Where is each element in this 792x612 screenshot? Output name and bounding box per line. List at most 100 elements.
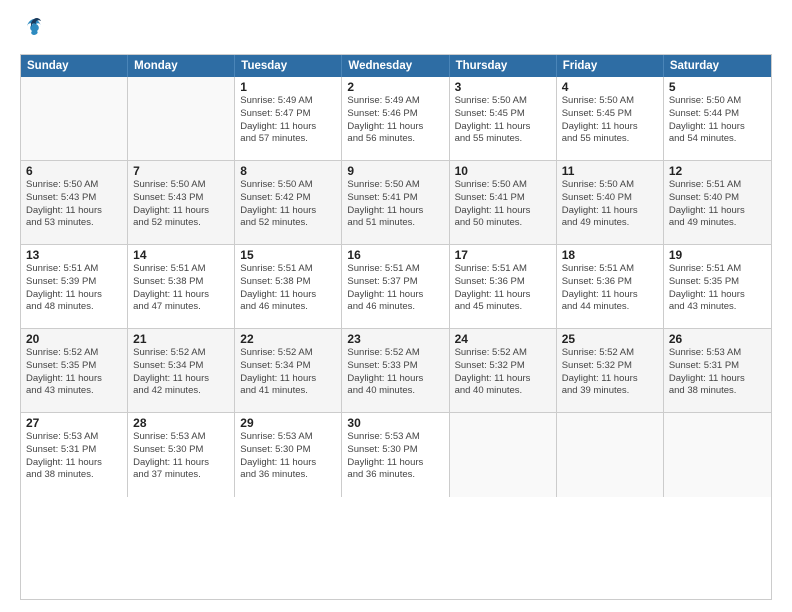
day-cell-28: 28Sunrise: 5:53 AMSunset: 5:30 PMDayligh… [128,413,235,497]
calendar-body: 1Sunrise: 5:49 AMSunset: 5:47 PMDaylight… [21,77,771,497]
day-cell-7: 7Sunrise: 5:50 AMSunset: 5:43 PMDaylight… [128,161,235,244]
day-number: 21 [133,332,229,346]
day-cell-27: 27Sunrise: 5:53 AMSunset: 5:31 PMDayligh… [21,413,128,497]
day-number: 10 [455,164,551,178]
day-info: Sunrise: 5:52 AMSunset: 5:32 PMDaylight:… [562,347,658,398]
day-number: 23 [347,332,443,346]
day-number: 28 [133,416,229,430]
calendar-row: 13Sunrise: 5:51 AMSunset: 5:39 PMDayligh… [21,245,771,329]
logo-text [20,16,45,44]
day-info: Sunrise: 5:52 AMSunset: 5:35 PMDaylight:… [26,347,122,398]
day-info: Sunrise: 5:50 AMSunset: 5:43 PMDaylight:… [133,179,229,230]
day-cell-11: 11Sunrise: 5:50 AMSunset: 5:40 PMDayligh… [557,161,664,244]
header-cell-wednesday: Wednesday [342,55,449,77]
day-info: Sunrise: 5:53 AMSunset: 5:30 PMDaylight:… [240,431,336,482]
day-info: Sunrise: 5:51 AMSunset: 5:39 PMDaylight:… [26,263,122,314]
day-number: 17 [455,248,551,262]
day-info: Sunrise: 5:50 AMSunset: 5:40 PMDaylight:… [562,179,658,230]
day-info: Sunrise: 5:50 AMSunset: 5:45 PMDaylight:… [455,95,551,146]
day-cell-13: 13Sunrise: 5:51 AMSunset: 5:39 PMDayligh… [21,245,128,328]
day-info: Sunrise: 5:51 AMSunset: 5:36 PMDaylight:… [562,263,658,314]
day-number: 27 [26,416,122,430]
day-number: 22 [240,332,336,346]
day-number: 8 [240,164,336,178]
day-cell-14: 14Sunrise: 5:51 AMSunset: 5:38 PMDayligh… [128,245,235,328]
day-number: 13 [26,248,122,262]
empty-cell [21,77,128,160]
empty-cell [128,77,235,160]
day-info: Sunrise: 5:52 AMSunset: 5:34 PMDaylight:… [133,347,229,398]
day-info: Sunrise: 5:52 AMSunset: 5:32 PMDaylight:… [455,347,551,398]
day-number: 12 [669,164,766,178]
header-cell-saturday: Saturday [664,55,771,77]
day-number: 16 [347,248,443,262]
header-cell-sunday: Sunday [21,55,128,77]
day-info: Sunrise: 5:53 AMSunset: 5:30 PMDaylight:… [133,431,229,482]
header-cell-friday: Friday [557,55,664,77]
day-number: 29 [240,416,336,430]
day-info: Sunrise: 5:49 AMSunset: 5:47 PMDaylight:… [240,95,336,146]
calendar-row: 6Sunrise: 5:50 AMSunset: 5:43 PMDaylight… [21,161,771,245]
day-cell-9: 9Sunrise: 5:50 AMSunset: 5:41 PMDaylight… [342,161,449,244]
day-cell-17: 17Sunrise: 5:51 AMSunset: 5:36 PMDayligh… [450,245,557,328]
day-info: Sunrise: 5:49 AMSunset: 5:46 PMDaylight:… [347,95,443,146]
day-info: Sunrise: 5:51 AMSunset: 5:40 PMDaylight:… [669,179,766,230]
day-cell-30: 30Sunrise: 5:53 AMSunset: 5:30 PMDayligh… [342,413,449,497]
day-info: Sunrise: 5:51 AMSunset: 5:36 PMDaylight:… [455,263,551,314]
day-cell-24: 24Sunrise: 5:52 AMSunset: 5:32 PMDayligh… [450,329,557,412]
header [20,16,772,44]
day-number: 6 [26,164,122,178]
day-number: 7 [133,164,229,178]
day-number: 19 [669,248,766,262]
page: SundayMondayTuesdayWednesdayThursdayFrid… [0,0,792,612]
day-info: Sunrise: 5:53 AMSunset: 5:31 PMDaylight:… [26,431,122,482]
day-number: 4 [562,80,658,94]
day-info: Sunrise: 5:52 AMSunset: 5:33 PMDaylight:… [347,347,443,398]
day-info: Sunrise: 5:50 AMSunset: 5:44 PMDaylight:… [669,95,766,146]
empty-cell [557,413,664,497]
day-info: Sunrise: 5:51 AMSunset: 5:37 PMDaylight:… [347,263,443,314]
day-cell-21: 21Sunrise: 5:52 AMSunset: 5:34 PMDayligh… [128,329,235,412]
day-cell-26: 26Sunrise: 5:53 AMSunset: 5:31 PMDayligh… [664,329,771,412]
day-info: Sunrise: 5:52 AMSunset: 5:34 PMDaylight:… [240,347,336,398]
day-number: 25 [562,332,658,346]
day-number: 3 [455,80,551,94]
calendar-header: SundayMondayTuesdayWednesdayThursdayFrid… [21,55,771,77]
day-cell-29: 29Sunrise: 5:53 AMSunset: 5:30 PMDayligh… [235,413,342,497]
calendar-row: 20Sunrise: 5:52 AMSunset: 5:35 PMDayligh… [21,329,771,413]
day-number: 9 [347,164,443,178]
day-cell-16: 16Sunrise: 5:51 AMSunset: 5:37 PMDayligh… [342,245,449,328]
calendar-row: 1Sunrise: 5:49 AMSunset: 5:47 PMDaylight… [21,77,771,161]
day-cell-4: 4Sunrise: 5:50 AMSunset: 5:45 PMDaylight… [557,77,664,160]
day-info: Sunrise: 5:51 AMSunset: 5:38 PMDaylight:… [133,263,229,314]
day-cell-5: 5Sunrise: 5:50 AMSunset: 5:44 PMDaylight… [664,77,771,160]
day-info: Sunrise: 5:51 AMSunset: 5:38 PMDaylight:… [240,263,336,314]
day-number: 2 [347,80,443,94]
day-number: 14 [133,248,229,262]
calendar-row: 27Sunrise: 5:53 AMSunset: 5:31 PMDayligh… [21,413,771,497]
day-info: Sunrise: 5:50 AMSunset: 5:45 PMDaylight:… [562,95,658,146]
day-number: 1 [240,80,336,94]
calendar: SundayMondayTuesdayWednesdayThursdayFrid… [20,54,772,600]
day-cell-23: 23Sunrise: 5:52 AMSunset: 5:33 PMDayligh… [342,329,449,412]
day-info: Sunrise: 5:51 AMSunset: 5:35 PMDaylight:… [669,263,766,314]
header-cell-monday: Monday [128,55,235,77]
day-info: Sunrise: 5:50 AMSunset: 5:42 PMDaylight:… [240,179,336,230]
day-cell-10: 10Sunrise: 5:50 AMSunset: 5:41 PMDayligh… [450,161,557,244]
day-number: 5 [669,80,766,94]
day-number: 20 [26,332,122,346]
day-cell-8: 8Sunrise: 5:50 AMSunset: 5:42 PMDaylight… [235,161,342,244]
day-number: 15 [240,248,336,262]
day-cell-15: 15Sunrise: 5:51 AMSunset: 5:38 PMDayligh… [235,245,342,328]
day-info: Sunrise: 5:50 AMSunset: 5:41 PMDaylight:… [455,179,551,230]
day-cell-6: 6Sunrise: 5:50 AMSunset: 5:43 PMDaylight… [21,161,128,244]
day-cell-25: 25Sunrise: 5:52 AMSunset: 5:32 PMDayligh… [557,329,664,412]
day-info: Sunrise: 5:50 AMSunset: 5:43 PMDaylight:… [26,179,122,230]
day-cell-18: 18Sunrise: 5:51 AMSunset: 5:36 PMDayligh… [557,245,664,328]
day-number: 18 [562,248,658,262]
day-cell-20: 20Sunrise: 5:52 AMSunset: 5:35 PMDayligh… [21,329,128,412]
day-number: 26 [669,332,766,346]
logo-bird-icon [23,16,45,44]
day-cell-19: 19Sunrise: 5:51 AMSunset: 5:35 PMDayligh… [664,245,771,328]
empty-cell [450,413,557,497]
